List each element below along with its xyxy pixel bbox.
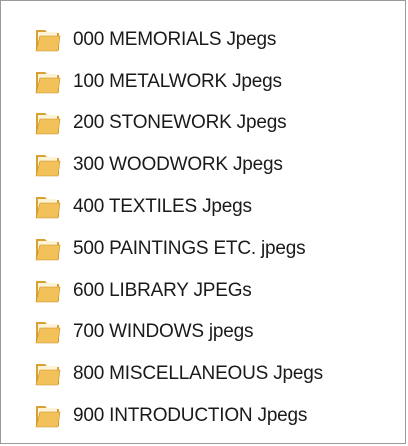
folder-item[interactable]: 700 WINDOWS jpegs [34,312,384,354]
folder-label: 500 PAINTINGS ETC. jpegs [73,237,306,259]
folder-list-window: 000 MEMORIALS Jpegs 100 METALWORK Jpegs … [0,0,406,444]
folder-item[interactable]: 500 PAINTINGS ETC. jpegs [34,228,384,270]
folder-item[interactable]: 100 METALWORK Jpegs [34,61,384,103]
folder-icon [35,406,61,428]
folder-icon [35,71,61,93]
folder-icon [35,29,61,52]
folder-label: 300 WOODWORK Jpegs [73,154,283,176]
folder-label: 200 STONEWORK Jpegs [73,112,287,134]
folder-label: 700 WINDOWS jpegs [73,321,254,343]
folder-label: 900 INTRODUCTION Jpegs [73,405,308,427]
folder-icon [35,197,61,219]
folder-item[interactable]: 000 MEMORIALS Jpegs [34,19,384,61]
folder-item[interactable]: 300 WOODWORK Jpegs [34,144,384,186]
folder-icon [35,155,61,177]
folder-item[interactable]: 600 LIBRARY JPEGs [34,270,384,312]
folder-icon [35,238,61,261]
folder-label: 100 METALWORK Jpegs [73,70,282,92]
folder-label: 000 MEMORIALS Jpegs [73,28,277,50]
folder-label: 600 LIBRARY JPEGs [73,279,252,301]
folder-item[interactable]: 800 MISCELLANEOUS Jpegs [34,353,384,395]
folder-icon [35,322,61,344]
folder-icon [35,113,61,135]
folder-label: 800 MISCELLANEOUS Jpegs [73,363,323,385]
folder-list: 000 MEMORIALS Jpegs 100 METALWORK Jpegs … [34,19,384,437]
folder-icon [35,364,61,386]
folder-icon [35,280,61,302]
folder-item[interactable]: 400 TEXTILES Jpegs [34,186,384,228]
folder-item[interactable]: 900 INTRODUCTION Jpegs [34,395,384,437]
folder-item[interactable]: 200 STONEWORK Jpegs [34,103,384,145]
folder-label: 400 TEXTILES Jpegs [73,196,252,218]
